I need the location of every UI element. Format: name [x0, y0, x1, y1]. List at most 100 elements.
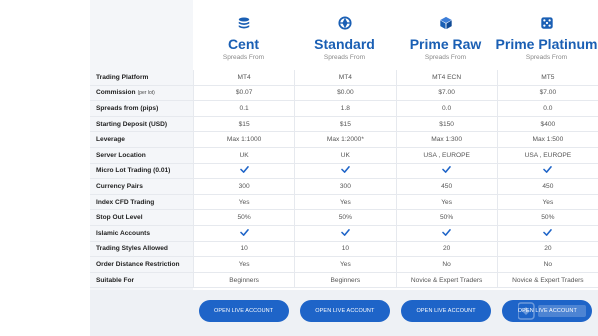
- plan-name: Prime Raw: [409, 36, 482, 52]
- cell-prime-raw: 50%: [395, 210, 497, 225]
- cell-cent: 300: [193, 179, 294, 194]
- row-label: Starting Deposit (USD): [90, 117, 193, 132]
- cell-prime-platinum: $7.00: [496, 85, 598, 101]
- row-label-text: Trading Styles Allowed: [96, 245, 168, 253]
- row-label-text: Suitable For: [96, 276, 135, 284]
- cell-prime-platinum: [496, 163, 598, 179]
- table-row: Suitable For Beginners Beginners Novice & E…: [90, 272, 598, 289]
- checkmark-icon: [442, 166, 451, 175]
- cell-cent: $15: [193, 116, 294, 132]
- row-label: Suitable For: [90, 273, 193, 288]
- cell-standard: Yes: [294, 194, 395, 210]
- table-row: Starting Deposit (USD) $15 $15 $150 $400: [90, 116, 598, 133]
- open-live-account-button-standard[interactable]: OPEN LIVE ACCOUNT: [299, 300, 390, 322]
- cell-cent: 50%: [193, 210, 294, 225]
- cell-standard: Max 1:2000*: [294, 132, 395, 147]
- cell-standard: 50%: [294, 210, 395, 225]
- watermark-logo: [518, 302, 586, 320]
- cell-prime-raw: $150: [395, 116, 497, 132]
- row-label: Leverage: [90, 132, 193, 147]
- row-label-text: Currency Pairs: [96, 182, 143, 190]
- cube-icon: [438, 15, 454, 31]
- table-row: Spreads from (pips) 0.1 1.8 0.0 0.0: [90, 101, 598, 117]
- cell-prime-platinum: 0.0: [496, 101, 598, 116]
- row-label-text: Leverage: [96, 136, 125, 144]
- open-live-account-button-cent[interactable]: OPEN LIVE ACCOUNT: [198, 300, 289, 322]
- comparison-table: Trading Platform MT4 MT4 MT4 ECN MT5 Commissi…: [90, 70, 598, 289]
- cell-standard: 1.8: [294, 101, 395, 116]
- plan-subtitle: Spreads From: [525, 54, 568, 61]
- row-label: Trading Platform: [90, 70, 193, 85]
- table-row: Stop Out Level 50% 50% 50% 50%: [90, 210, 598, 226]
- cell-prime-raw: MT4 ECN: [395, 70, 497, 85]
- table-row: Islamic Accounts: [90, 225, 598, 242]
- row-label-text: Index CFD Trading: [96, 198, 155, 206]
- table-row: Leverage Max 1:1000 Max 1:2000* Max 1:300 Ma…: [90, 132, 598, 148]
- open-live-account-button-prime-raw[interactable]: OPEN LIVE ACCOUNT: [401, 300, 492, 322]
- cell-prime-raw: No: [395, 257, 497, 272]
- plan-header-cent: Cent Spreads From: [193, 0, 294, 70]
- row-label-text: Order Distance Restriction: [96, 260, 180, 268]
- plan-subtitle: Spreads From: [323, 54, 366, 61]
- cell-prime-platinum: [496, 225, 598, 241]
- checkmark-icon: [239, 166, 249, 175]
- cell-prime-platinum: 450: [496, 179, 598, 194]
- button-wrapper: OPEN LIVE ACCOUNT: [193, 300, 294, 322]
- cell-standard: UK: [294, 147, 395, 163]
- plan-header-prime-raw: Prime Raw Spreads From: [395, 0, 496, 70]
- cell-cent: Max 1:1000: [193, 132, 294, 147]
- button-wrapper: OPEN LIVE ACCOUNT: [396, 300, 497, 322]
- dice-icon: [539, 15, 555, 31]
- table-row: Commission (per lot) $0.07 $0.00 $7.00 $7.00: [90, 85, 598, 102]
- cell-prime-platinum: $400: [496, 116, 598, 132]
- cell-prime-platinum: USA , EUROPE: [496, 147, 598, 163]
- cell-prime-raw: Novice & Expert Traders: [395, 272, 497, 288]
- row-label-text: Commission: [96, 89, 136, 97]
- checkmark-icon: [543, 166, 553, 175]
- cell-cent: $0.07: [193, 85, 294, 101]
- cell-standard: $15: [294, 116, 395, 132]
- cell-prime-raw: $7.00: [395, 85, 497, 101]
- cell-cent: 0.1: [193, 101, 294, 116]
- cell-prime-platinum: 20: [496, 241, 598, 257]
- cell-prime-platinum: 50%: [496, 210, 598, 225]
- table-row: Trading Platform MT4 MT4 MT4 ECN MT5: [90, 70, 598, 86]
- plan-name: Cent: [227, 36, 260, 52]
- table-row: Trading Styles Allowed 10 10 20 20: [90, 241, 598, 258]
- row-label: Currency Pairs: [90, 179, 193, 194]
- cell-prime-raw: [395, 225, 497, 241]
- cell-prime-platinum: Yes: [496, 194, 598, 210]
- cell-prime-platinum: No: [496, 257, 598, 272]
- row-label-text: Stop Out Level: [96, 214, 143, 222]
- cell-prime-raw: [395, 163, 497, 179]
- row-label: Order Distance Restriction: [90, 257, 193, 272]
- cell-prime-raw: 450: [395, 179, 497, 194]
- table-row: Micro Lot Trading (0.01): [90, 163, 598, 180]
- plan-header-standard: Standard Spreads From: [294, 0, 395, 70]
- plan-name: Standard: [314, 36, 375, 52]
- plan-header-prime-platinum: Prime Platinum Spreads From: [496, 0, 597, 70]
- cell-cent: [193, 225, 294, 241]
- checkmark-icon: [543, 228, 553, 238]
- row-label: Islamic Accounts: [90, 226, 193, 241]
- row-label: Index CFD Trading: [90, 195, 193, 210]
- cell-standard: 300: [294, 179, 395, 194]
- plan-subtitle: Spreads From: [222, 54, 265, 61]
- cell-standard: [294, 163, 395, 179]
- cell-cent: [193, 163, 294, 179]
- row-label: Stop Out Level: [90, 210, 193, 225]
- cell-prime-platinum: MT5: [496, 70, 598, 85]
- table-row: Index CFD Trading Yes Yes Yes Yes: [90, 194, 598, 211]
- row-label-text: Starting Deposit (USD): [96, 120, 168, 128]
- checkmark-icon: [442, 228, 451, 238]
- row-label: Commission (per lot): [90, 86, 193, 101]
- cell-standard: Beginners: [294, 272, 395, 288]
- cell-prime-raw: USA , EUROPE: [395, 147, 497, 163]
- row-label-text: Micro Lot Trading (0.01): [96, 167, 171, 175]
- cell-cent: 10: [193, 241, 294, 257]
- cell-prime-raw: 0.0: [395, 101, 497, 116]
- cell-standard: 10: [294, 241, 395, 257]
- globe-icon: [337, 15, 353, 31]
- plan-name: Prime Platinum: [495, 36, 598, 52]
- left-background: [0, 0, 90, 336]
